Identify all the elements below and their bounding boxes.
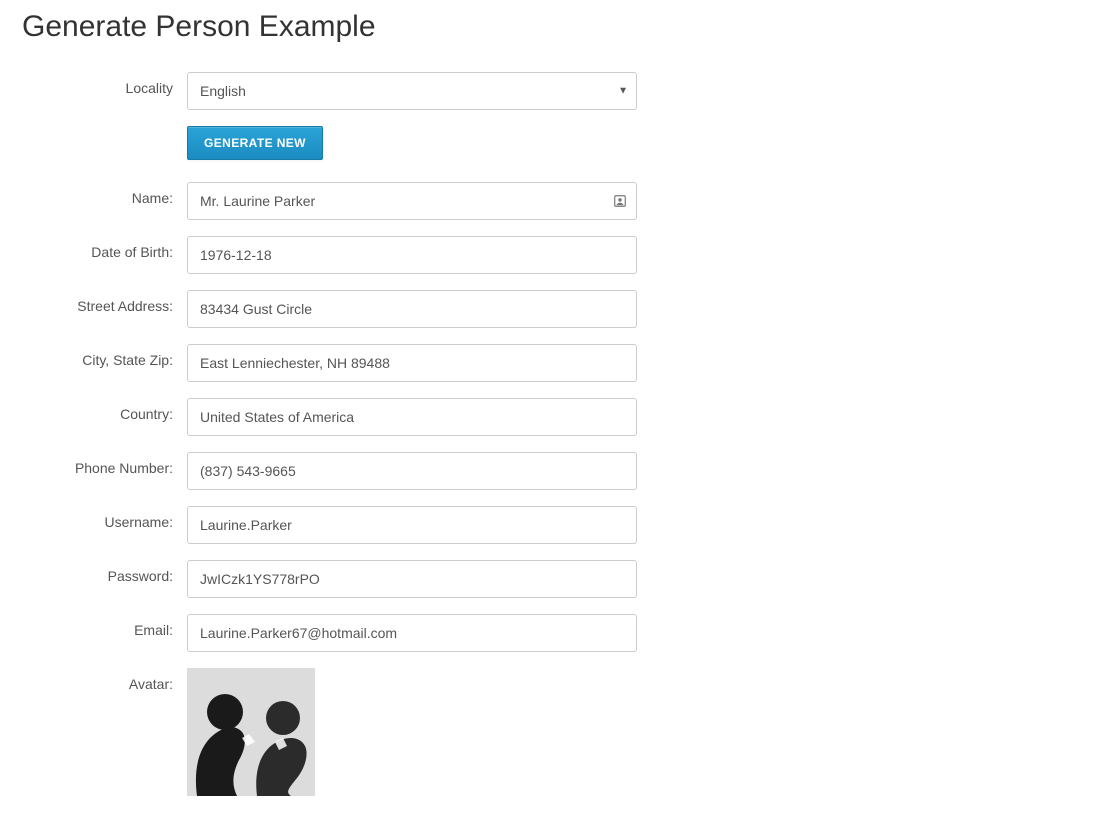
page-title: Generate Person Example — [22, 10, 1079, 44]
dob-input[interactable] — [187, 236, 637, 274]
csz-input[interactable] — [187, 344, 637, 382]
street-input[interactable] — [187, 290, 637, 328]
phone-input[interactable] — [187, 452, 637, 490]
avatar-image — [187, 668, 315, 796]
locality-label: Locality — [22, 72, 187, 96]
username-label: Username: — [22, 506, 187, 530]
country-input[interactable] — [187, 398, 637, 436]
username-input[interactable] — [187, 506, 637, 544]
phone-label: Phone Number: — [22, 452, 187, 476]
street-label: Street Address: — [22, 290, 187, 314]
name-label: Name: — [22, 182, 187, 206]
avatar-label: Avatar: — [22, 668, 187, 692]
csz-label: City, State Zip: — [22, 344, 187, 368]
contact-card-icon — [613, 194, 627, 208]
locality-select[interactable]: English — [187, 72, 637, 110]
email-input[interactable] — [187, 614, 637, 652]
password-input[interactable] — [187, 560, 637, 598]
name-input[interactable] — [187, 182, 637, 220]
password-label: Password: — [22, 560, 187, 584]
generate-new-button[interactable]: GENERATE NEW — [187, 126, 323, 160]
country-label: Country: — [22, 398, 187, 422]
dob-label: Date of Birth: — [22, 236, 187, 260]
email-label: Email: — [22, 614, 187, 638]
